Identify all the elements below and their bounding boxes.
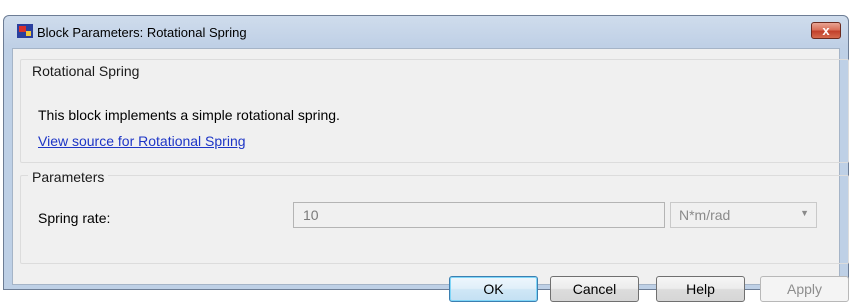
unit-select-value: N*m/rad [679, 207, 731, 223]
block-parameters-dialog: Block Parameters: Rotational Spring x Ro… [3, 15, 849, 302]
window-title: Block Parameters: Rotational Spring [37, 25, 247, 40]
title-bar[interactable]: Block Parameters: Rotational Spring x [4, 16, 848, 48]
close-button[interactable]: x [811, 22, 841, 39]
parameters-group-legend: Parameters [28, 169, 109, 185]
cancel-button[interactable]: Cancel [550, 276, 639, 302]
description-group-legend: Rotational Spring [28, 63, 144, 79]
view-source-link[interactable]: View source for Rotational Spring [38, 133, 246, 149]
block-description: This block implements a simple rotationa… [38, 107, 340, 123]
help-button[interactable]: Help [656, 276, 745, 302]
spring-rate-input[interactable]: 10 [293, 202, 665, 228]
spring-rate-label: Spring rate: [38, 210, 111, 226]
chevron-down-icon: ▼ [800, 208, 809, 218]
close-icon: x [822, 23, 830, 38]
simulink-block-icon [17, 24, 33, 38]
apply-button[interactable]: Apply [760, 276, 849, 302]
ok-button[interactable]: OK [449, 276, 538, 302]
dialog-body: Rotational Spring This block implements … [12, 48, 849, 302]
spring-rate-unit-select[interactable]: N*m/rad ▼ [670, 202, 817, 228]
